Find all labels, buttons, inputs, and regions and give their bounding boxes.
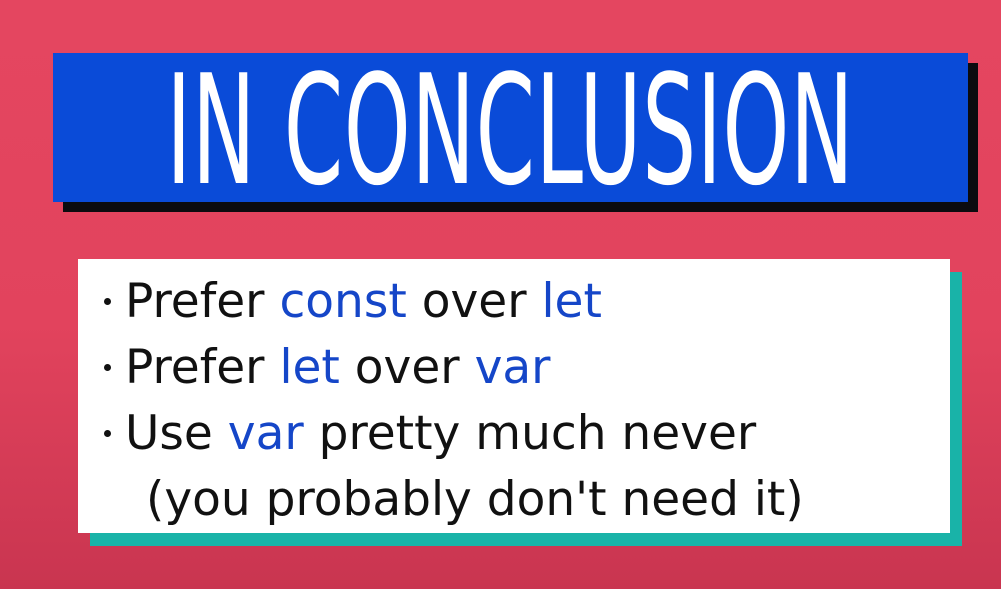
keyword-text: let — [541, 274, 602, 329]
bullet-icon — [104, 298, 111, 305]
bullet-continuation-text: (you probably don't need it) — [146, 472, 804, 527]
bullet-item: Use var pretty much never — [102, 401, 950, 467]
keyword-text: const — [279, 274, 407, 329]
keyword-text: var — [227, 406, 304, 461]
bullet-text: Prefer — [125, 274, 280, 329]
keyword-text: let — [279, 340, 340, 395]
bullet-text: over — [339, 340, 475, 395]
bullet-text: over — [406, 274, 542, 329]
bullet-item: Prefer const over let — [102, 269, 950, 335]
bullet-icon — [104, 430, 111, 437]
bullet-text: pretty much never — [303, 406, 757, 461]
bullet-continuation: (you probably don't need it) — [102, 467, 950, 533]
bullet-icon — [104, 364, 111, 371]
bullet-text: Use — [125, 406, 228, 461]
bullet-item: Prefer let over var — [102, 335, 950, 401]
title-banner: IN CONCLUSION — [53, 53, 968, 202]
content-card: Prefer const over let Prefer let over va… — [78, 259, 950, 533]
slide-title: IN CONCLUSION — [166, 53, 855, 202]
bullet-text: Prefer — [125, 340, 280, 395]
keyword-text: var — [474, 340, 551, 395]
